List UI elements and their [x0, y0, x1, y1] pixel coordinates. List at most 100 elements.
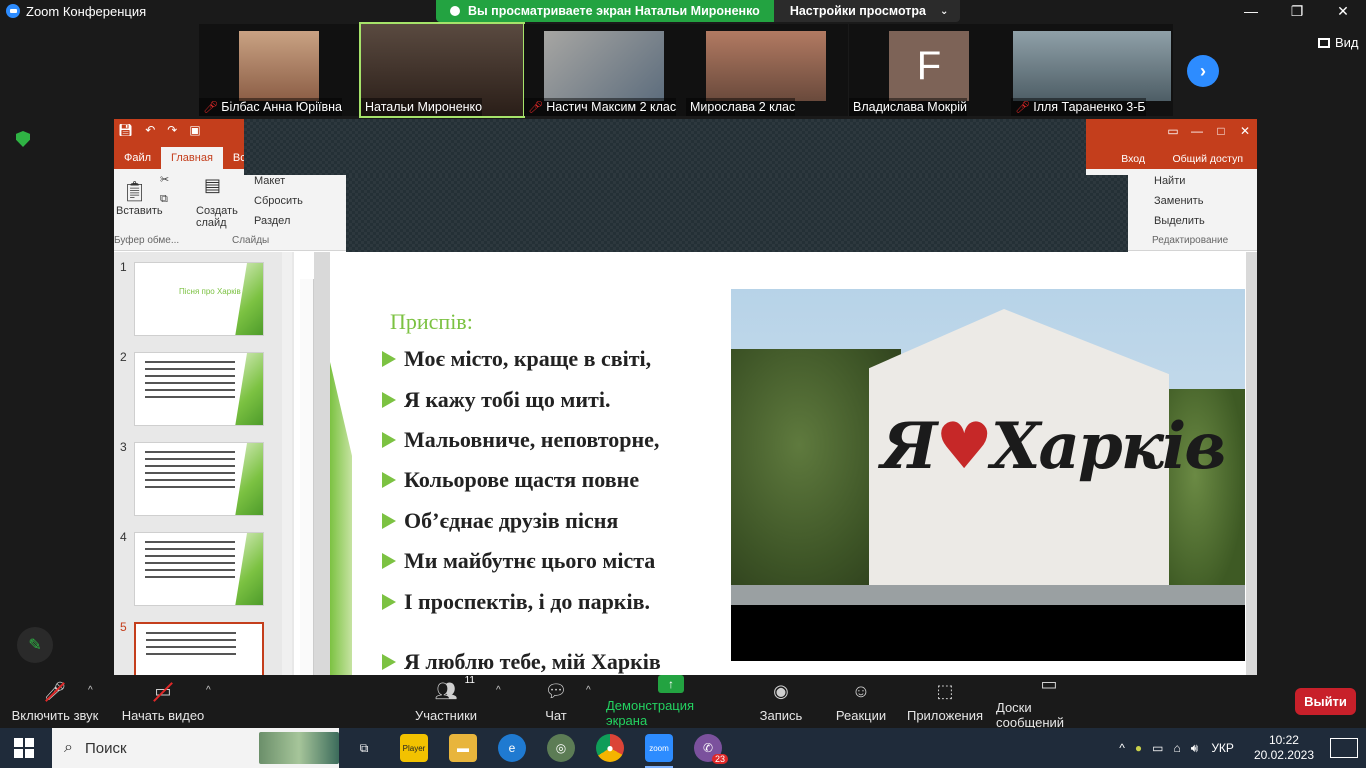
volume-icon[interactable]: 🔊︎	[1191, 741, 1199, 756]
participant-video	[1013, 31, 1171, 101]
participant-name: 🎤︎ Настич Максим 2 клас	[524, 98, 677, 116]
avatar: F	[889, 31, 969, 101]
meeting-toolbar: 🎤︎ Включить звук ^ ▭ Начать видео ^ 👥︎11…	[0, 674, 1366, 730]
slide-thumbnail[interactable]	[134, 532, 264, 606]
slide-thumbnail-selected[interactable]	[134, 622, 264, 675]
edge-browser-icon[interactable]: e	[498, 734, 526, 762]
save-icon[interactable]: 💾︎	[118, 123, 133, 137]
layout-button[interactable]: Макет	[254, 175, 285, 187]
view-button[interactable]: Вид	[1318, 35, 1359, 50]
globe-app-icon[interactable]: ◎	[547, 734, 575, 762]
start-icon[interactable]	[14, 738, 34, 758]
bullet-arrow-icon	[382, 351, 396, 368]
file-explorer-icon[interactable]: ▬	[449, 734, 477, 762]
video-options-caret[interactable]: ^	[206, 685, 211, 696]
slide-thumbnail-panel: 1 Пісня про Харків 2 3 4 5	[114, 252, 294, 675]
leave-button[interactable]: Выйти	[1295, 688, 1356, 715]
view-settings-button[interactable]: Настройки просмотра ⌄	[773, 0, 961, 22]
undo-icon[interactable]: ↶	[145, 123, 155, 137]
cut-icon[interactable]: ✂	[160, 173, 169, 186]
language-indicator[interactable]: УКР	[1211, 741, 1234, 755]
chrome-browser-icon[interactable]: ●	[596, 734, 624, 762]
taskbar-search[interactable]: ⌕ Поиск	[52, 728, 339, 768]
tab-home[interactable]: Главная	[161, 147, 223, 169]
minimize-icon[interactable]: —	[1185, 119, 1209, 143]
close-button[interactable]: ✕	[1320, 0, 1366, 22]
slide-thumbnail[interactable]	[134, 352, 264, 426]
clock-date: 20.02.2023	[1253, 748, 1314, 762]
whiteboards-button[interactable]: ▭ Доски сообщений	[996, 674, 1102, 730]
close-icon[interactable]: ✕	[1233, 119, 1257, 143]
lyrics-line: Мальовниче, неповторне,	[382, 420, 661, 460]
player-app-icon[interactable]: Player	[400, 734, 428, 762]
show-hidden-icons-chevron-icon[interactable]: ^	[1119, 741, 1125, 755]
replace-button[interactable]: Заменить	[1154, 195, 1203, 207]
sign-in-link[interactable]: Вход	[1121, 153, 1145, 165]
new-slide-button[interactable]: Создать слайд	[196, 205, 238, 229]
slide-text-block: Приспів: Моє місто, краще в світі, Я каж…	[314, 119, 734, 675]
clock-time: 10:22	[1268, 733, 1299, 747]
share-link[interactable]: Общий доступ	[1172, 153, 1243, 165]
participant-tile-active-speaker[interactable]: Натальи Мироненко	[359, 22, 525, 118]
chat-button[interactable]: 💬︎ Чат	[532, 675, 580, 728]
clock[interactable]: 10:22 20.02.2023	[1254, 733, 1314, 763]
reactions-icon: ☺	[851, 681, 871, 701]
bullet-arrow-icon	[382, 512, 396, 529]
viber-app-icon[interactable]: ✆ 23	[694, 734, 728, 764]
present-icon[interactable]: ▣	[189, 123, 200, 137]
participant-tile[interactable]: F Владислава Мокрій	[849, 24, 1011, 116]
record-button[interactable]: ◉ Запись	[754, 675, 808, 728]
redo-icon[interactable]: ↷	[167, 123, 177, 137]
zoom-app-icon[interactable]: zoom	[645, 734, 673, 768]
reset-button[interactable]: Сбросить	[254, 195, 303, 207]
chevron-down-icon: ⌄	[939, 5, 949, 17]
encryption-shield-icon[interactable]	[16, 131, 30, 147]
apps-button[interactable]: ⬚ Приложения	[906, 675, 984, 728]
slide-heading: Приспів:	[390, 309, 473, 334]
participants-button[interactable]: 👥︎ 11 Участники	[410, 675, 482, 728]
participant-tile[interactable]: Мирослава 2 клас	[686, 24, 848, 116]
start-video-button[interactable]: ▭ Начать видео	[118, 675, 208, 728]
battery-icon[interactable]: ▭	[1152, 741, 1163, 755]
reactions-button[interactable]: ☺ Реакции	[832, 675, 890, 728]
view-settings-label: Настройки просмотра	[789, 4, 926, 18]
annotate-pen-button[interactable]: ✎	[17, 627, 53, 663]
share-screen-icon: ↑	[658, 675, 684, 693]
paste-button[interactable]: Вставить	[116, 205, 163, 217]
bullet-arrow-icon	[382, 391, 396, 408]
slide-photo[interactable]: Я♥Харків	[731, 289, 1245, 661]
lyrics-line: Об’єднає друзів пісня	[382, 501, 661, 541]
viber-badge: 23	[711, 754, 728, 764]
ribbon-display-icon[interactable]: ▭	[1161, 119, 1185, 143]
minimize-button[interactable]: —	[1228, 0, 1274, 22]
share-screen-button[interactable]: ↑ Демонстрация экрана	[606, 675, 736, 728]
find-button[interactable]: Найти	[1154, 175, 1185, 187]
chat-caret[interactable]: ^	[586, 685, 591, 696]
tray-app-icon[interactable]: ●	[1135, 741, 1142, 755]
thumbnail-scrollbar[interactable]	[282, 252, 292, 675]
participant-tile[interactable]: 🎤︎ Настич Максим 2 клас	[524, 24, 686, 116]
copy-icon[interactable]: ⧉	[160, 193, 168, 206]
slide-thumbnail[interactable]: Пісня про Харків	[134, 262, 264, 336]
audio-options-caret[interactable]: ^	[88, 685, 93, 696]
maximize-icon[interactable]: □	[1209, 119, 1233, 143]
share-banner: Вы просматриваете экран Натальи Мироненк…	[436, 0, 961, 22]
notifications-icon[interactable]	[1330, 738, 1358, 758]
slides-group-label: Слайды	[232, 235, 270, 246]
unmute-button[interactable]: 🎤︎ Включить звук	[10, 675, 100, 728]
network-icon[interactable]: ⌂	[1174, 741, 1181, 755]
participant-tile[interactable]: 🎤︎ Білбас Анна Юріївна	[199, 24, 361, 116]
section-button[interactable]: Раздел	[254, 215, 290, 227]
slide-thumbnail[interactable]	[134, 442, 264, 516]
select-button[interactable]: Выделить	[1154, 215, 1205, 227]
thumb-number: 5	[120, 620, 127, 634]
participant-tile[interactable]: 🎤︎ Ілля Тараненко 3-Б	[1011, 24, 1173, 116]
tab-file[interactable]: Файл	[114, 147, 161, 169]
task-view-icon[interactable]: ⧉	[350, 734, 378, 762]
participant-name: Натальи Мироненко	[361, 98, 483, 116]
next-page-button[interactable]: ›	[1187, 55, 1219, 87]
maximize-button[interactable]: ❐	[1274, 0, 1320, 22]
thumb-number: 4	[120, 530, 127, 544]
participants-caret[interactable]: ^	[496, 685, 501, 696]
video-off-icon: ▭	[153, 681, 173, 703]
